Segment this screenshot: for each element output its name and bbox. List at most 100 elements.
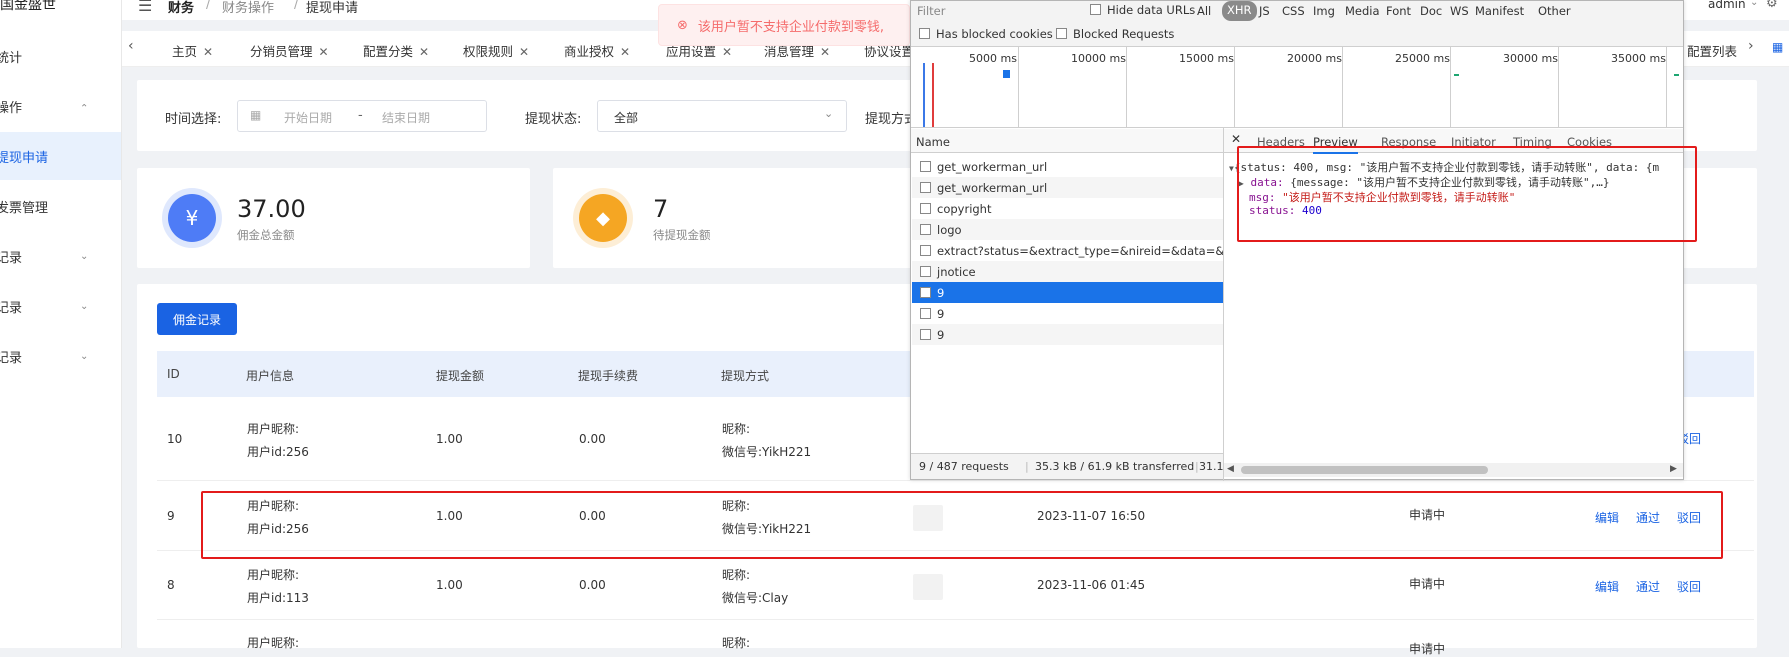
close-icon[interactable]: ✕ bbox=[319, 45, 329, 59]
status-separator: | bbox=[1025, 460, 1029, 473]
request-name: extract?status=&extract_type=&nireid=&da… bbox=[937, 243, 1223, 258]
tab-permission[interactable]: 权限规则 ✕ bbox=[463, 41, 529, 60]
request-row[interactable]: get_workerman_url bbox=[912, 156, 1223, 177]
close-icon[interactable]: ✕ bbox=[1231, 132, 1241, 146]
menu-toggle-icon[interactable]: ☰ bbox=[138, 0, 152, 15]
chevron-down-icon[interactable]: ⌄ bbox=[1750, 0, 1758, 8]
tab-license[interactable]: 商业授权 ✕ bbox=[564, 41, 630, 60]
sidebar-item-statistics[interactable]: 统计 bbox=[0, 32, 121, 80]
chevron-down-icon: ⌄ bbox=[80, 250, 89, 262]
gear-icon[interactable]: ⚙ bbox=[1766, 0, 1778, 11]
blocked-requests-checkbox[interactable] bbox=[1056, 28, 1067, 39]
grid-icon[interactable]: ▦ bbox=[1772, 40, 1783, 54]
type-filter-js[interactable]: JS bbox=[1259, 4, 1270, 18]
request-row[interactable]: get_workerman_url bbox=[912, 177, 1223, 198]
request-row-selected[interactable]: 9 bbox=[912, 282, 1223, 303]
sidebar-item-operations[interactable]: 操作 ⌄ bbox=[0, 82, 121, 130]
tab-config-category[interactable]: 配置分类 ✕ bbox=[363, 41, 429, 60]
close-icon[interactable]: ✕ bbox=[820, 45, 830, 59]
approve-link[interactable]: 通过 bbox=[1636, 578, 1660, 595]
tab-label: 配置列表 bbox=[1687, 44, 1738, 59]
breadcrumb-mid[interactable]: 财务操作 bbox=[222, 0, 274, 16]
type-filter-doc[interactable]: Doc bbox=[1420, 4, 1442, 18]
date-range-picker[interactable]: ▦ 开始日期 - 结束日期 bbox=[237, 100, 487, 132]
admin-username[interactable]: admin bbox=[1708, 0, 1746, 11]
type-filter-manifest[interactable]: Manifest bbox=[1475, 4, 1524, 18]
type-filter-all[interactable]: All bbox=[1197, 4, 1211, 18]
cell-fee: 0.00 bbox=[579, 432, 606, 446]
extra-stat: 31.1 bbox=[1199, 460, 1223, 473]
has-blocked-cookies-checkbox[interactable] bbox=[919, 28, 930, 39]
request-name: copyright bbox=[937, 201, 992, 216]
file-icon bbox=[920, 224, 931, 235]
close-icon[interactable]: ✕ bbox=[519, 45, 529, 59]
request-name: logo bbox=[937, 222, 962, 237]
cell-user-nick: 用户昵称: bbox=[247, 422, 300, 436]
cell-id: 8 bbox=[167, 578, 175, 592]
transfer-size: 35.3 kB / 61.9 kB transferred bbox=[1035, 460, 1195, 473]
sidebar-item-records-1[interactable]: 记录 ⌄ bbox=[0, 232, 121, 280]
status-label: 提现状态: bbox=[525, 112, 582, 127]
close-icon[interactable]: ✕ bbox=[722, 45, 732, 59]
breadcrumb-separator: / bbox=[294, 0, 299, 12]
request-name: 9 bbox=[937, 327, 945, 342]
request-row[interactable]: logo bbox=[912, 219, 1223, 240]
scroll-right-icon[interactable]: ▶ bbox=[1670, 464, 1677, 474]
scrollbar-thumb[interactable] bbox=[1241, 466, 1488, 474]
sidebar-item-withdraw-requests[interactable]: 提现申请 bbox=[0, 132, 121, 180]
horizontal-scrollbar[interactable]: ◀ ▶ bbox=[1224, 463, 1683, 477]
sidebar-item-label: 记录 bbox=[0, 250, 23, 266]
type-filter-img[interactable]: Img bbox=[1313, 4, 1335, 18]
stat-value: 7 bbox=[653, 195, 669, 223]
filter-input[interactable]: Filter bbox=[917, 4, 945, 18]
breadcrumb-leaf: 提现申请 bbox=[306, 1, 359, 16]
request-row[interactable]: jnotice bbox=[912, 261, 1223, 282]
stat-label: 佣金总金额 bbox=[237, 228, 295, 242]
reject-link[interactable]: 驳回 bbox=[1677, 578, 1701, 595]
chevron-left-icon[interactable]: ‹ bbox=[128, 38, 134, 54]
commission-records-button[interactable]: 佣金记录 bbox=[157, 303, 237, 335]
type-filter-ws[interactable]: WS bbox=[1450, 4, 1469, 18]
sidebar-item-invoice[interactable]: 发票管理 bbox=[0, 182, 121, 230]
close-icon[interactable]: ✕ bbox=[620, 45, 630, 59]
type-filter-other[interactable]: Other bbox=[1538, 4, 1571, 18]
sidebar-item-records-2[interactable]: 记录 ⌄ bbox=[0, 282, 121, 330]
sidebar-item-label: 操作 bbox=[0, 100, 23, 116]
cell-time: 2023-11-06 01:45 bbox=[1037, 578, 1146, 592]
tab-distributor[interactable]: 分销员管理 ✕ bbox=[250, 41, 329, 60]
has-blocked-cookies-label: Has blocked cookies bbox=[936, 27, 1053, 41]
brand-logo-text: 国金盛世 bbox=[0, 0, 56, 13]
name-column-header[interactable]: Name bbox=[916, 135, 950, 149]
column-header-fee: 提现手续费 bbox=[578, 369, 639, 383]
request-name: get_workerman_url bbox=[937, 180, 1048, 195]
type-filter-media[interactable]: Media bbox=[1345, 4, 1380, 18]
request-row[interactable]: extract?status=&extract_type=&nireid=&da… bbox=[912, 240, 1223, 261]
type-filter-css[interactable]: CSS bbox=[1282, 4, 1305, 18]
request-count: 9 / 487 requests bbox=[919, 460, 1009, 473]
scroll-left-icon[interactable]: ◀ bbox=[1227, 464, 1234, 474]
timeline-gridline bbox=[1558, 47, 1559, 128]
pane-divider[interactable] bbox=[1223, 128, 1224, 481]
preview-highlight-annotation bbox=[1237, 146, 1697, 242]
sidebar: 国金盛世 统计 操作 ⌄ 提现申请 发票管理 记录 ⌄ 记录 ⌄ 记录 ⌄ bbox=[0, 0, 122, 648]
status-select[interactable]: 全部 ⌄ bbox=[597, 100, 847, 132]
request-name: jnotice bbox=[937, 264, 976, 279]
breadcrumb-root[interactable]: 财务 bbox=[168, 0, 194, 16]
request-row[interactable]: 9 bbox=[912, 324, 1223, 345]
request-row[interactable]: copyright bbox=[912, 198, 1223, 219]
sidebar-item-label: 统计 bbox=[0, 50, 23, 66]
tab-home[interactable]: 主页 ✕ bbox=[172, 41, 213, 60]
close-icon[interactable]: ✕ bbox=[203, 45, 213, 59]
timeline-gridline bbox=[1126, 47, 1127, 128]
close-icon[interactable]: ✕ bbox=[419, 45, 429, 59]
type-filter-font[interactable]: Font bbox=[1386, 4, 1411, 18]
chevron-right-icon[interactable]: › bbox=[1748, 38, 1754, 54]
sidebar-item-records-3[interactable]: 记录 ⌄ bbox=[0, 332, 121, 380]
type-filter-xhr[interactable]: XHR bbox=[1222, 1, 1257, 21]
sidebar-item-label: 记录 bbox=[0, 350, 23, 366]
file-icon bbox=[920, 308, 931, 319]
edit-link[interactable]: 编辑 bbox=[1595, 578, 1619, 595]
hide-data-urls-checkbox[interactable] bbox=[1090, 4, 1101, 15]
request-row[interactable]: 9 bbox=[912, 303, 1223, 324]
tab-config-list[interactable]: 配置列表 bbox=[1687, 41, 1737, 60]
